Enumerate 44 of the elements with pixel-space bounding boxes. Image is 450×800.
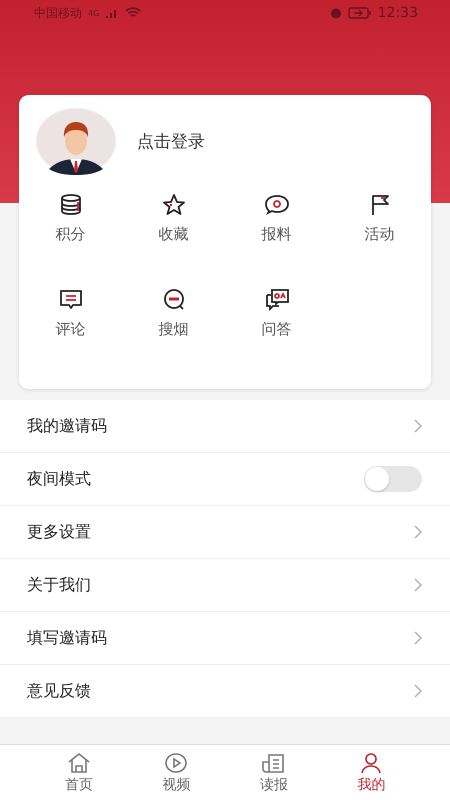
menu-row[interactable]: 填写邀请码	[0, 612, 450, 665]
chevron-right-icon	[414, 419, 422, 433]
shortcut-label[interactable]: 问答	[262, 320, 292, 339]
toggle-switch[interactable]	[364, 466, 422, 492]
shortcut-label[interactable]: 搜烟	[158, 320, 188, 339]
menu-label: 填写邀请码	[27, 628, 108, 648]
menu-row[interactable]: 意见反馈	[0, 665, 450, 718]
star-icon	[160, 193, 186, 217]
chevron-right-icon	[414, 525, 422, 539]
tab[interactable]: 读报	[225, 745, 322, 800]
network-type: 4G	[88, 8, 100, 18]
shortcut-label[interactable]: 评论	[56, 320, 86, 339]
tab[interactable]: 首页	[30, 745, 128, 800]
shortcut-label[interactable]: 积分	[56, 225, 86, 244]
shortcut-label[interactable]: 报料	[262, 225, 292, 244]
tab[interactable]: 我的	[322, 745, 420, 800]
chevron-right-icon	[414, 631, 422, 645]
menu-row[interactable]: 更多设置	[0, 506, 450, 559]
menu-label: 意见反馈	[27, 680, 92, 702]
avatar-icon[interactable]	[35, 107, 117, 175]
menu-row[interactable]: 我的邀请码	[0, 400, 450, 453]
tab[interactable]: 视频	[128, 745, 225, 800]
menu-row[interactable]: 夜间模式	[0, 453, 450, 506]
battery-icon	[348, 7, 372, 19]
shortcut-label[interactable]: 收藏	[158, 225, 188, 244]
chevron-right-icon	[414, 684, 422, 698]
qa-bubble-icon	[264, 288, 290, 312]
menu-label: 关于我们	[27, 574, 92, 596]
login-link[interactable]: 点击登录	[137, 130, 205, 152]
newspaper-icon	[260, 752, 287, 774]
wifi-icon	[125, 7, 142, 19]
comment-icon	[58, 288, 84, 312]
menu-row[interactable]: 关于我们	[0, 559, 450, 612]
menu-label: 更多设置	[27, 522, 92, 542]
play-circle-icon	[163, 752, 190, 774]
shortcut-label[interactable]: 活动	[364, 225, 394, 244]
chevron-right-icon	[414, 578, 422, 592]
chat-bubble-icon	[264, 193, 290, 217]
menu-label: 夜间模式	[27, 468, 92, 490]
alarm-icon	[330, 7, 342, 19]
carrier-name: 中国移动	[34, 4, 82, 22]
clock-time: 12:33	[378, 5, 418, 21]
menu-label: 我的邀请码	[27, 416, 108, 436]
home-icon	[66, 752, 92, 774]
